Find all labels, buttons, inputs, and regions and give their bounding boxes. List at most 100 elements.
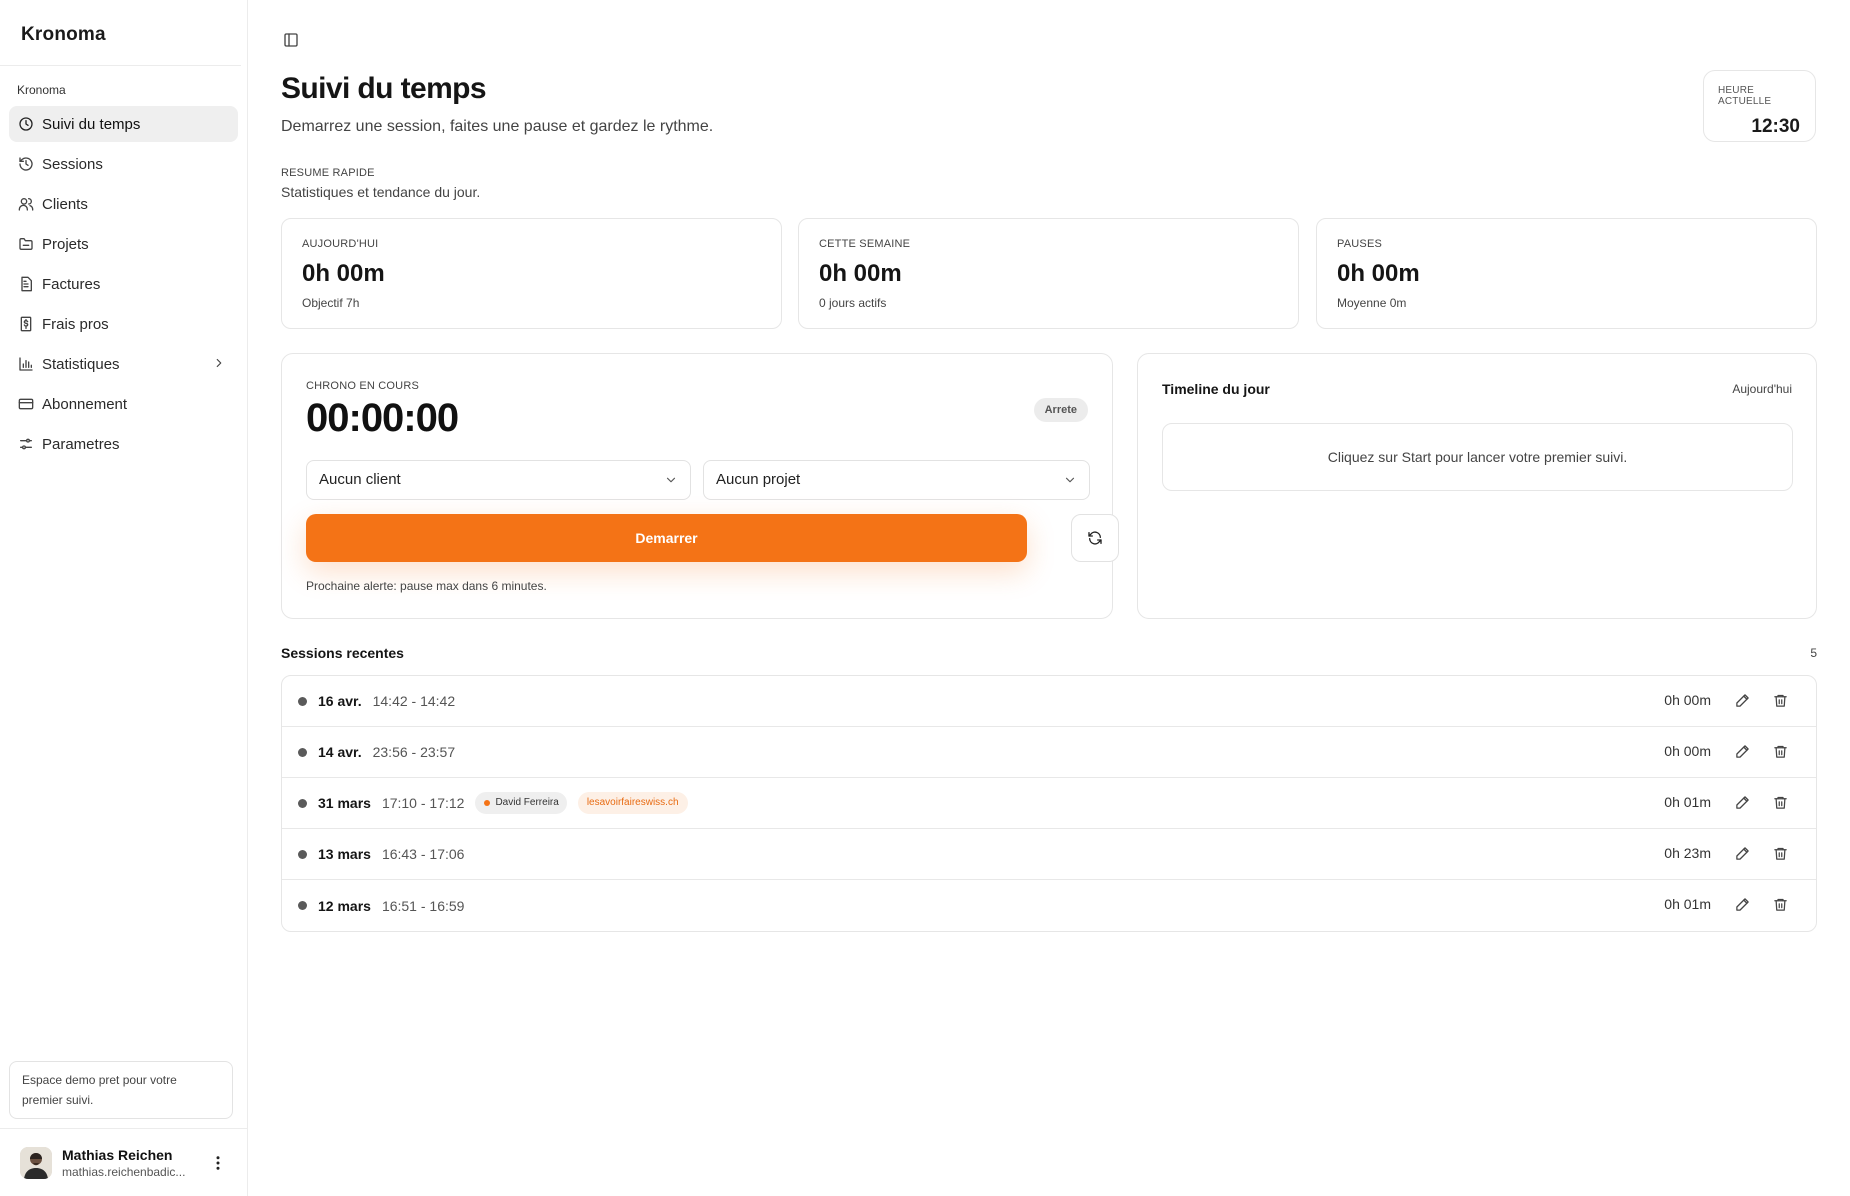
session-date: 12 mars [318, 897, 371, 914]
session-time: 16:43 - 17:06 [381, 846, 465, 862]
sidebar-item-statistiques[interactable]: Statistiques [9, 346, 238, 382]
project-select-value: Aucun projet [716, 471, 801, 488]
sidebar-toggle-icon[interactable] [283, 32, 299, 48]
receipt-dollar-icon [20, 316, 32, 332]
timeline-empty-state: Cliquez sur Start pour lancer votre prem… [1162, 423, 1793, 491]
demo-note: Espace demo pret pour votre premier suiv… [9, 1061, 233, 1119]
timer-display: 00:00:00 [306, 396, 459, 440]
avatar [20, 1146, 52, 1179]
edit-icon[interactable] [1735, 693, 1750, 708]
invoice-icon [21, 276, 32, 292]
start-button[interactable]: Demarrer [306, 514, 1027, 562]
sidebar-nav: Suivi du temps Sessions Clients Projets … [0, 106, 247, 462]
current-time-label: HEURE ACTUELLE [1718, 85, 1772, 107]
sidebar-group-label: Kronoma [17, 83, 66, 97]
session-duration: 0h 00m [1664, 743, 1711, 759]
project-select[interactable]: Aucun projet [703, 460, 1090, 500]
stat-note: Objectif 7h [302, 296, 360, 310]
sidebar-item-clients[interactable]: Clients [9, 186, 238, 222]
stat-label: PAUSES [1337, 238, 1383, 250]
session-date: 16 avr. [318, 693, 362, 709]
clock-icon [19, 117, 33, 131]
session-time: 17:10 - 17:12 [381, 795, 465, 811]
settings-sliders-icon [20, 438, 32, 450]
stat-value: 0h 00m [1337, 260, 1420, 287]
sidebar-item-label: Abonnement [42, 395, 128, 413]
chevron-down-icon [1065, 477, 1075, 483]
session-duration: 0h 01m [1664, 896, 1711, 912]
user-profile[interactable]: Mathias Reichen mathias.reichenbadic... [0, 1128, 247, 1196]
edit-icon[interactable] [1735, 744, 1750, 759]
stat-label: CETTE SEMAINE [819, 238, 911, 250]
page-title: Suivi du temps [281, 72, 487, 105]
status-badge: Arrete [1033, 398, 1088, 422]
session-duration: 0h 00m [1664, 692, 1711, 708]
client-select-value: Aucun client [319, 471, 401, 488]
app-brand[interactable]: Kronoma [0, 0, 241, 66]
stat-value: 0h 00m [302, 260, 385, 287]
reset-button[interactable] [1071, 514, 1119, 562]
session-row[interactable]: 31 mars 17:10 - 17:12 David Ferreira les… [282, 778, 1816, 829]
sidebar-item-sessions[interactable]: Sessions [9, 146, 238, 182]
refresh-icon [1088, 531, 1102, 545]
edit-icon[interactable] [1735, 795, 1750, 810]
session-row[interactable]: 14 avr. 23:56 - 23:57 0h 00m [282, 727, 1816, 778]
session-date: 31 mars [318, 795, 371, 811]
trash-icon[interactable] [1773, 693, 1788, 708]
chevron-right-icon[interactable] [212, 356, 226, 370]
session-row[interactable]: 13 mars 16:43 - 17:06 0h 23m [282, 829, 1816, 880]
trash-icon[interactable] [1773, 795, 1788, 810]
sidebar-item-factures[interactable]: Factures [9, 266, 238, 302]
stat-label: AUJOURD'HUI [302, 238, 379, 250]
sidebar-item-parametres[interactable]: Parametres [9, 426, 238, 462]
sidebar-item-frais-pros[interactable]: Frais pros [9, 306, 238, 342]
next-alert-note: Prochaine alerte: pause max dans 6 minut… [306, 579, 547, 593]
client-select[interactable]: Aucun client [306, 460, 691, 500]
session-row[interactable]: 12 mars 16:51 - 16:59 0h 01m [282, 880, 1816, 931]
sidebar-item-abonnement[interactable]: Abonnement [9, 386, 238, 422]
timeline-card: Timeline du jour Aujourd'hui Cliquez sur… [1137, 353, 1817, 619]
session-time: 23:56 - 23:57 [372, 744, 456, 760]
sidebar-item-label: Factures [42, 275, 101, 293]
trash-icon[interactable] [1773, 846, 1788, 861]
edit-icon[interactable] [1735, 897, 1750, 912]
session-duration: 0h 01m [1664, 794, 1711, 810]
page-subtitle: Demarrez une session, faites une pause e… [281, 118, 714, 135]
status-dot [298, 798, 307, 808]
project-chip: lesavoirfaireswiss.ch [577, 792, 688, 814]
status-dot [298, 849, 307, 859]
stat-card-today: AUJOURD'HUI 0h 00m Objectif 7h [281, 218, 782, 329]
status-dot [298, 696, 307, 706]
session-date: 13 mars [318, 846, 371, 862]
sidebar-item-suivi-du-temps[interactable]: Suivi du temps [9, 106, 238, 142]
history-icon [19, 157, 33, 171]
session-row[interactable]: 16 avr. 14:42 - 14:42 0h 00m [282, 676, 1816, 727]
bar-chart-icon [19, 357, 33, 371]
timer-label: CHRONO EN COURS [306, 380, 420, 392]
sidebar-item-label: Sessions [42, 155, 103, 173]
user-name: Mathias Reichen [62, 1146, 173, 1163]
status-dot [298, 901, 307, 910]
chevron-down-icon [666, 477, 676, 483]
main-content: Suivi du temps Demarrez une session, fai… [248, 0, 1850, 1196]
trash-icon[interactable] [1773, 744, 1788, 759]
trash-icon[interactable] [1773, 897, 1788, 912]
current-time-value: 12:30 [1751, 116, 1800, 137]
sidebar-item-label: Clients [42, 195, 88, 213]
more-vertical-icon[interactable] [209, 1154, 227, 1172]
stat-card-week: CETTE SEMAINE 0h 00m 0 jours actifs [798, 218, 1299, 329]
sidebar-item-label: Frais pros [42, 315, 109, 333]
edit-icon[interactable] [1735, 846, 1750, 861]
timeline-range: Aujourd'hui [1732, 382, 1792, 396]
session-duration: 0h 23m [1664, 845, 1711, 861]
stat-note: Moyenne 0m [1337, 296, 1407, 310]
recent-sessions-count: 5 [1810, 646, 1817, 660]
timeline-title: Timeline du jour [1162, 381, 1270, 397]
recent-sessions-list: 16 avr. 14:42 - 14:42 0h 00m 14 avr. 23:… [281, 675, 1817, 932]
sidebar-item-projets[interactable]: Projets [9, 226, 238, 262]
recent-sessions-title: Sessions recentes [281, 645, 404, 661]
stat-value: 0h 00m [819, 260, 902, 287]
sidebar: Kronoma Kronoma Suivi du temps Sessions … [0, 0, 248, 1196]
sidebar-item-label: Suivi du temps [42, 115, 141, 133]
summary-subtitle: Statistiques et tendance du jour. [281, 184, 481, 200]
